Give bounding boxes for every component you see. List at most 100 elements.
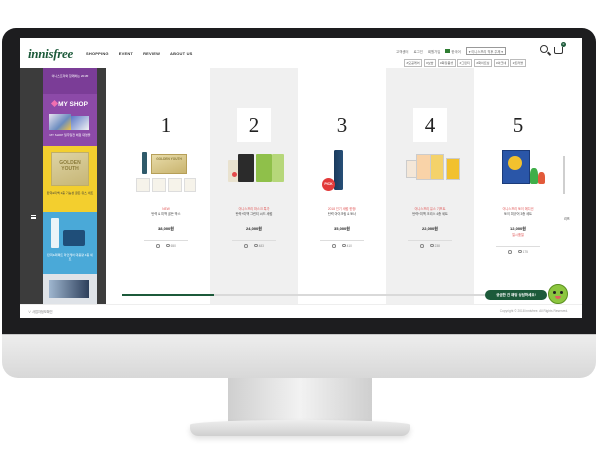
- product-actions: 175: [496, 246, 540, 254]
- cart-count-badge: 0: [561, 42, 566, 47]
- product-name[interactable]: NEW 탄력 & 미백 골든 박스: [128, 207, 204, 216]
- product-image-part: [256, 154, 272, 182]
- product-image[interactable]: PICK: [308, 150, 376, 196]
- site-logo[interactable]: innisfree: [28, 46, 73, 62]
- hashtag-item[interactable]: #트러블: [510, 59, 526, 67]
- review-count[interactable]: 483: [253, 244, 264, 248]
- product-price: 35,000원: [334, 226, 350, 231]
- copyright-text: Copyright © 2018 innisfree. All Rights R…: [499, 309, 568, 313]
- rank-number: 3: [325, 108, 359, 142]
- product-name[interactable]: 이니스프리 토이 에디션 토이 피규어 3종 세트: [480, 207, 556, 216]
- site-footer: ∨ 사업자정보확인 Copyright © 2018 innisfree. Al…: [20, 304, 582, 318]
- promo-banner-golden-youth[interactable]: GOLDEN YOUTH 탄력&미백 2중 기능성 골든 유스 세트: [43, 146, 97, 212]
- zoom-icon[interactable]: [156, 244, 160, 248]
- rank-number: 4: [413, 108, 447, 142]
- promo-product-image: [49, 280, 89, 298]
- product-image-part: [272, 154, 284, 182]
- cart-icon[interactable]: 0: [554, 42, 566, 54]
- mascot-icon[interactable]: [548, 284, 568, 304]
- review-count-value: 175: [522, 250, 528, 254]
- nav-about-us[interactable]: ABOUT US: [170, 51, 193, 56]
- chat-consult-button[interactable]: 궁금한 건 채팅 상담하세요!: [485, 290, 547, 300]
- business-info-link[interactable]: ∨ 사업자정보확인: [28, 309, 53, 314]
- review-count[interactable]: 410: [341, 244, 352, 248]
- product-title: 토이 피규어 3종 세트: [504, 211, 532, 216]
- promo-banner-line-care[interactable]: 탄력&퍼펙트 라인케어 대용량 4종 세트: [43, 212, 97, 274]
- flag-icon: [445, 49, 451, 53]
- site-header: innisfree SHOPPING EVENT REVIEW ABOUT US…: [20, 38, 582, 68]
- hashtag-item[interactable]: #아크네: [493, 59, 509, 67]
- promo-banner-bottom[interactable]: [43, 274, 97, 304]
- product-name: 리프: [564, 217, 570, 221]
- product-name[interactable]: 이니스프리 유스 기프트 탄력+미백 크리스 4종 세트: [392, 207, 468, 216]
- product-actions: 483: [232, 240, 276, 248]
- vertical-scroll-indicator[interactable]: [563, 156, 565, 194]
- product-card-rank-4[interactable]: 4 이니스프리 유스 기프트 탄력+미백 크리스 4종 세트 22,000원 23…: [386, 68, 474, 304]
- review-count-value: 238: [434, 244, 440, 248]
- skin-select[interactable]: ▾ 이니스프리 직후 주제 ▾: [465, 47, 506, 55]
- pick-badge: PICK: [322, 178, 335, 191]
- util-signup[interactable]: 회원가입: [428, 49, 440, 54]
- comment-icon: [429, 244, 434, 247]
- hashtag-item[interactable]: #화장품셋: [437, 59, 456, 67]
- nav-event[interactable]: EVENT: [119, 51, 133, 56]
- product-card-partial[interactable]: 리프: [562, 68, 582, 304]
- product-card-rank-5[interactable]: 5 이니스프리 토이 에디션 토이 피규어 3종 세트 12,000원 일시품절 …: [474, 68, 562, 304]
- rank-number: 2: [237, 108, 271, 142]
- language-label: 한국어: [451, 49, 461, 54]
- review-count[interactable]: 238: [429, 244, 440, 248]
- language-selector[interactable]: 한국어: [445, 49, 461, 54]
- product-image-part: [502, 150, 530, 184]
- product-name[interactable]: 2018 인기 세럼 한정! 탄력 아이크림 & 토너: [304, 207, 380, 216]
- product-title: 탄력+미백 크리스 4종 세트: [412, 211, 448, 216]
- promo-banner-column: 이니스프리와 함께하는 2018! MY SHOP MY SHOP 일주일전 체…: [43, 68, 97, 304]
- zoom-icon[interactable]: [332, 244, 336, 248]
- product-image[interactable]: [484, 150, 552, 196]
- sold-out-label: 일시품절: [512, 233, 524, 237]
- product-image[interactable]: [220, 150, 288, 196]
- zoom-icon[interactable]: [420, 244, 424, 248]
- product-card-rank-3[interactable]: 3 PICK 2018 인기 세럼 한정! 탄력 아이크림 & 토너 35,000…: [298, 68, 386, 304]
- hashtag-item[interactable]: #그린티: [457, 59, 473, 67]
- hashtag-item[interactable]: #화이트닝: [473, 59, 493, 67]
- hamburger-icon[interactable]: [31, 215, 36, 219]
- comment-icon: [165, 244, 170, 247]
- product-image-part: [430, 154, 444, 180]
- carousel-progress-track[interactable]: [122, 294, 542, 296]
- product-price: 22,000원: [422, 226, 438, 231]
- product-card-rank-1[interactable]: 1 GOLDEN YOUTH NEW 탄력 & 미백 골든 박스 38,000원 …: [122, 68, 210, 304]
- main-nav: SHOPPING EVENT REVIEW ABOUT US: [86, 51, 193, 56]
- hashtag-item[interactable]: #보습: [423, 59, 437, 67]
- util-login[interactable]: 로그인: [413, 49, 422, 54]
- golden-tin: GOLDEN YOUTH: [151, 154, 187, 174]
- rank-number: 5: [501, 108, 535, 142]
- product-name[interactable]: 이니스프리 마스크 특가 탄력+미백 그린티 씨드 세럼: [216, 207, 292, 216]
- banner-text: MY SHOP 일주일전 체험 대영을: [49, 133, 91, 137]
- nav-shopping[interactable]: SHOPPING: [86, 51, 109, 56]
- product-card-rank-2[interactable]: 2 이니스프리 마스크 특가 탄력+미백 그린티 씨드 세럼 24,000원 48…: [210, 68, 298, 304]
- nav-review[interactable]: REVIEW: [143, 51, 160, 56]
- product-image-part: [530, 168, 538, 184]
- comment-icon: [517, 250, 522, 253]
- product-image-part: [446, 158, 460, 180]
- review-count[interactable]: 175: [517, 250, 528, 254]
- hashtag-item[interactable]: #모공케어: [404, 59, 423, 67]
- product-image[interactable]: [396, 150, 464, 196]
- promo-banner-myshop[interactable]: MY SHOP MY SHOP 일주일전 체험 대영을: [43, 94, 97, 146]
- myshop-title-text: MY SHOP: [58, 101, 88, 108]
- review-count-value: 650: [170, 244, 176, 248]
- review-count[interactable]: 650: [165, 244, 176, 248]
- product-price: 24,000원: [246, 226, 262, 231]
- product-image[interactable]: GOLDEN YOUTH: [132, 150, 200, 196]
- banner-text: 이니스프리와 함께하는 2018!: [51, 74, 89, 78]
- banner-text: 탄력&미백 2중 기능성 골든 유스 세트: [46, 191, 94, 195]
- product-image-part: [136, 178, 150, 192]
- product-title: 탄력+미백 그린티 씨드 세럼: [235, 211, 273, 216]
- zoom-icon[interactable]: [508, 250, 512, 254]
- util-customer-center[interactable]: 고객센터: [396, 49, 408, 54]
- carousel-progress-fill: [122, 294, 215, 296]
- search-icon[interactable]: [540, 45, 548, 53]
- zoom-icon[interactable]: [244, 244, 248, 248]
- banner-text: 탄력&퍼펙트 라인케어 대용량 4종 세트: [47, 253, 93, 261]
- promo-banner-2018[interactable]: 이니스프리와 함께하는 2018!: [43, 68, 97, 94]
